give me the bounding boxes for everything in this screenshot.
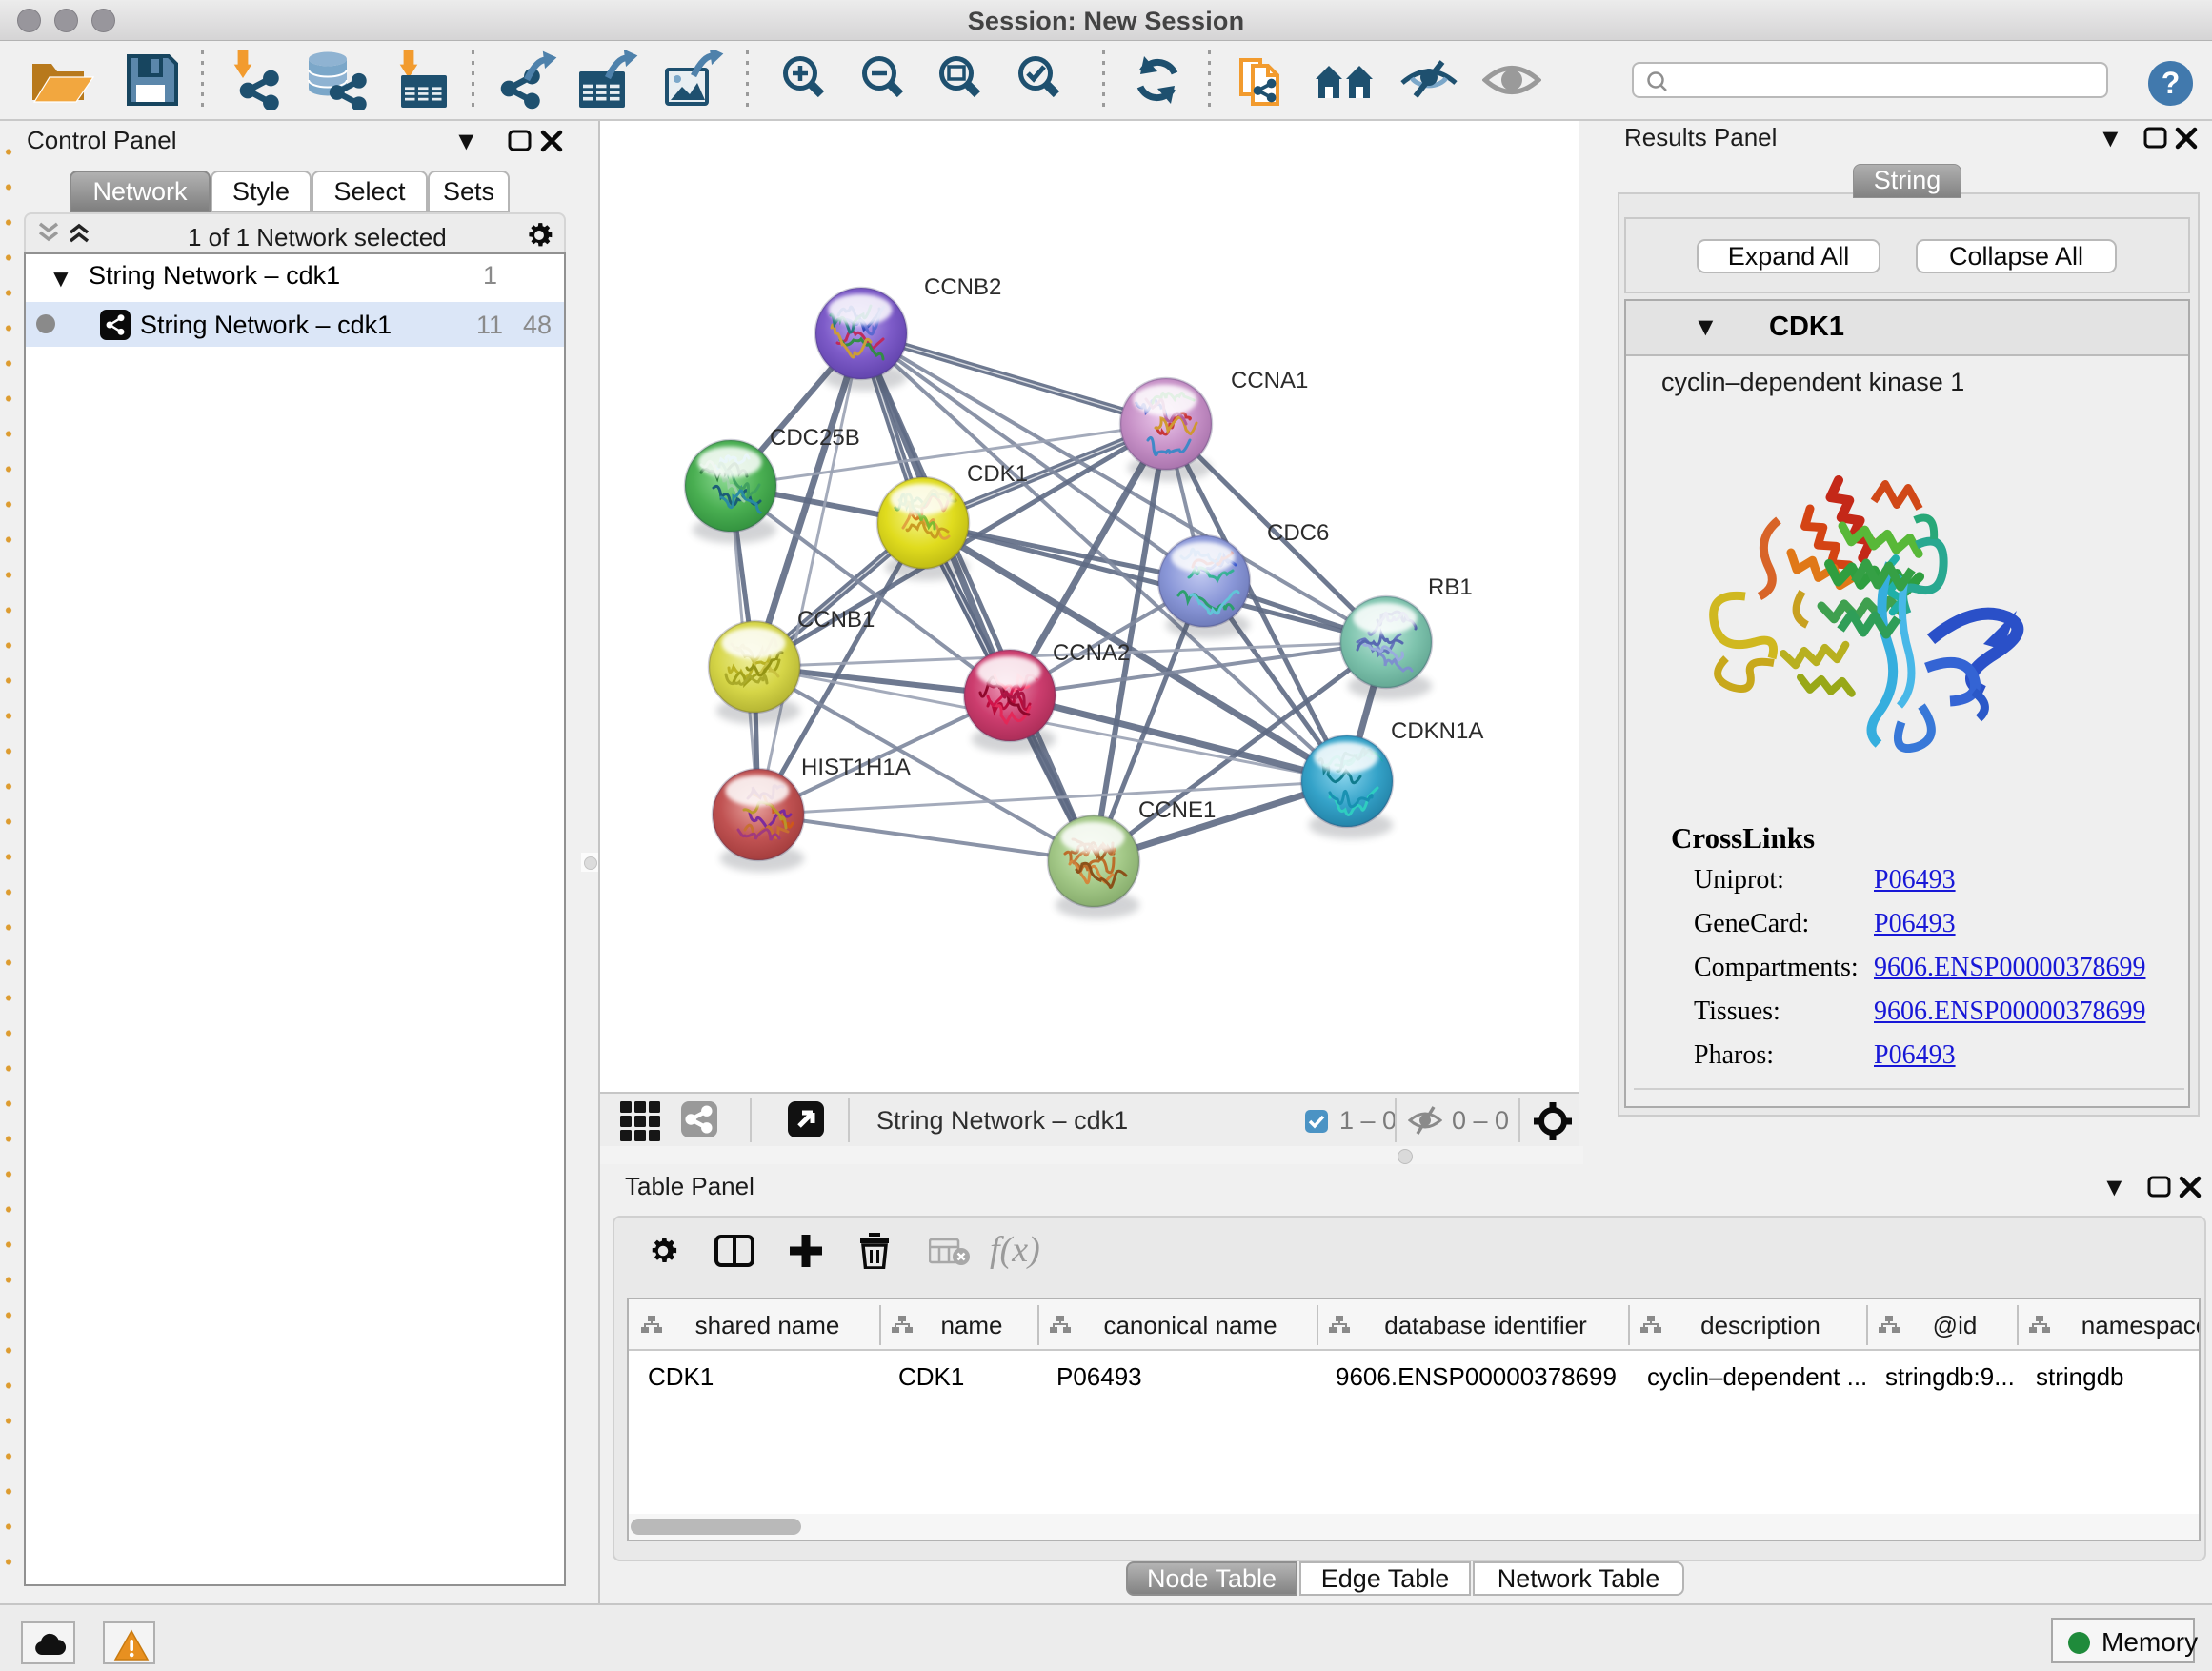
svg-text:CCNA2: CCNA2 (1053, 640, 1130, 666)
svg-text:HIST1H1A: HIST1H1A (801, 755, 911, 780)
svg-text:CCNB2: CCNB2 (924, 274, 1001, 300)
svg-text:RB1: RB1 (1428, 574, 1473, 600)
svg-text:CDC25B: CDC25B (770, 425, 860, 451)
svg-text:CCNE1: CCNE1 (1138, 797, 1216, 823)
svg-text:CCNA1: CCNA1 (1231, 368, 1308, 393)
svg-text:CCNB1: CCNB1 (797, 607, 875, 633)
svg-text:CDC6: CDC6 (1267, 520, 1329, 546)
svg-text:?: ? (2162, 66, 2181, 100)
svg-text:CDK1: CDK1 (967, 461, 1028, 487)
svg-text:CDKN1A: CDKN1A (1391, 718, 1483, 744)
